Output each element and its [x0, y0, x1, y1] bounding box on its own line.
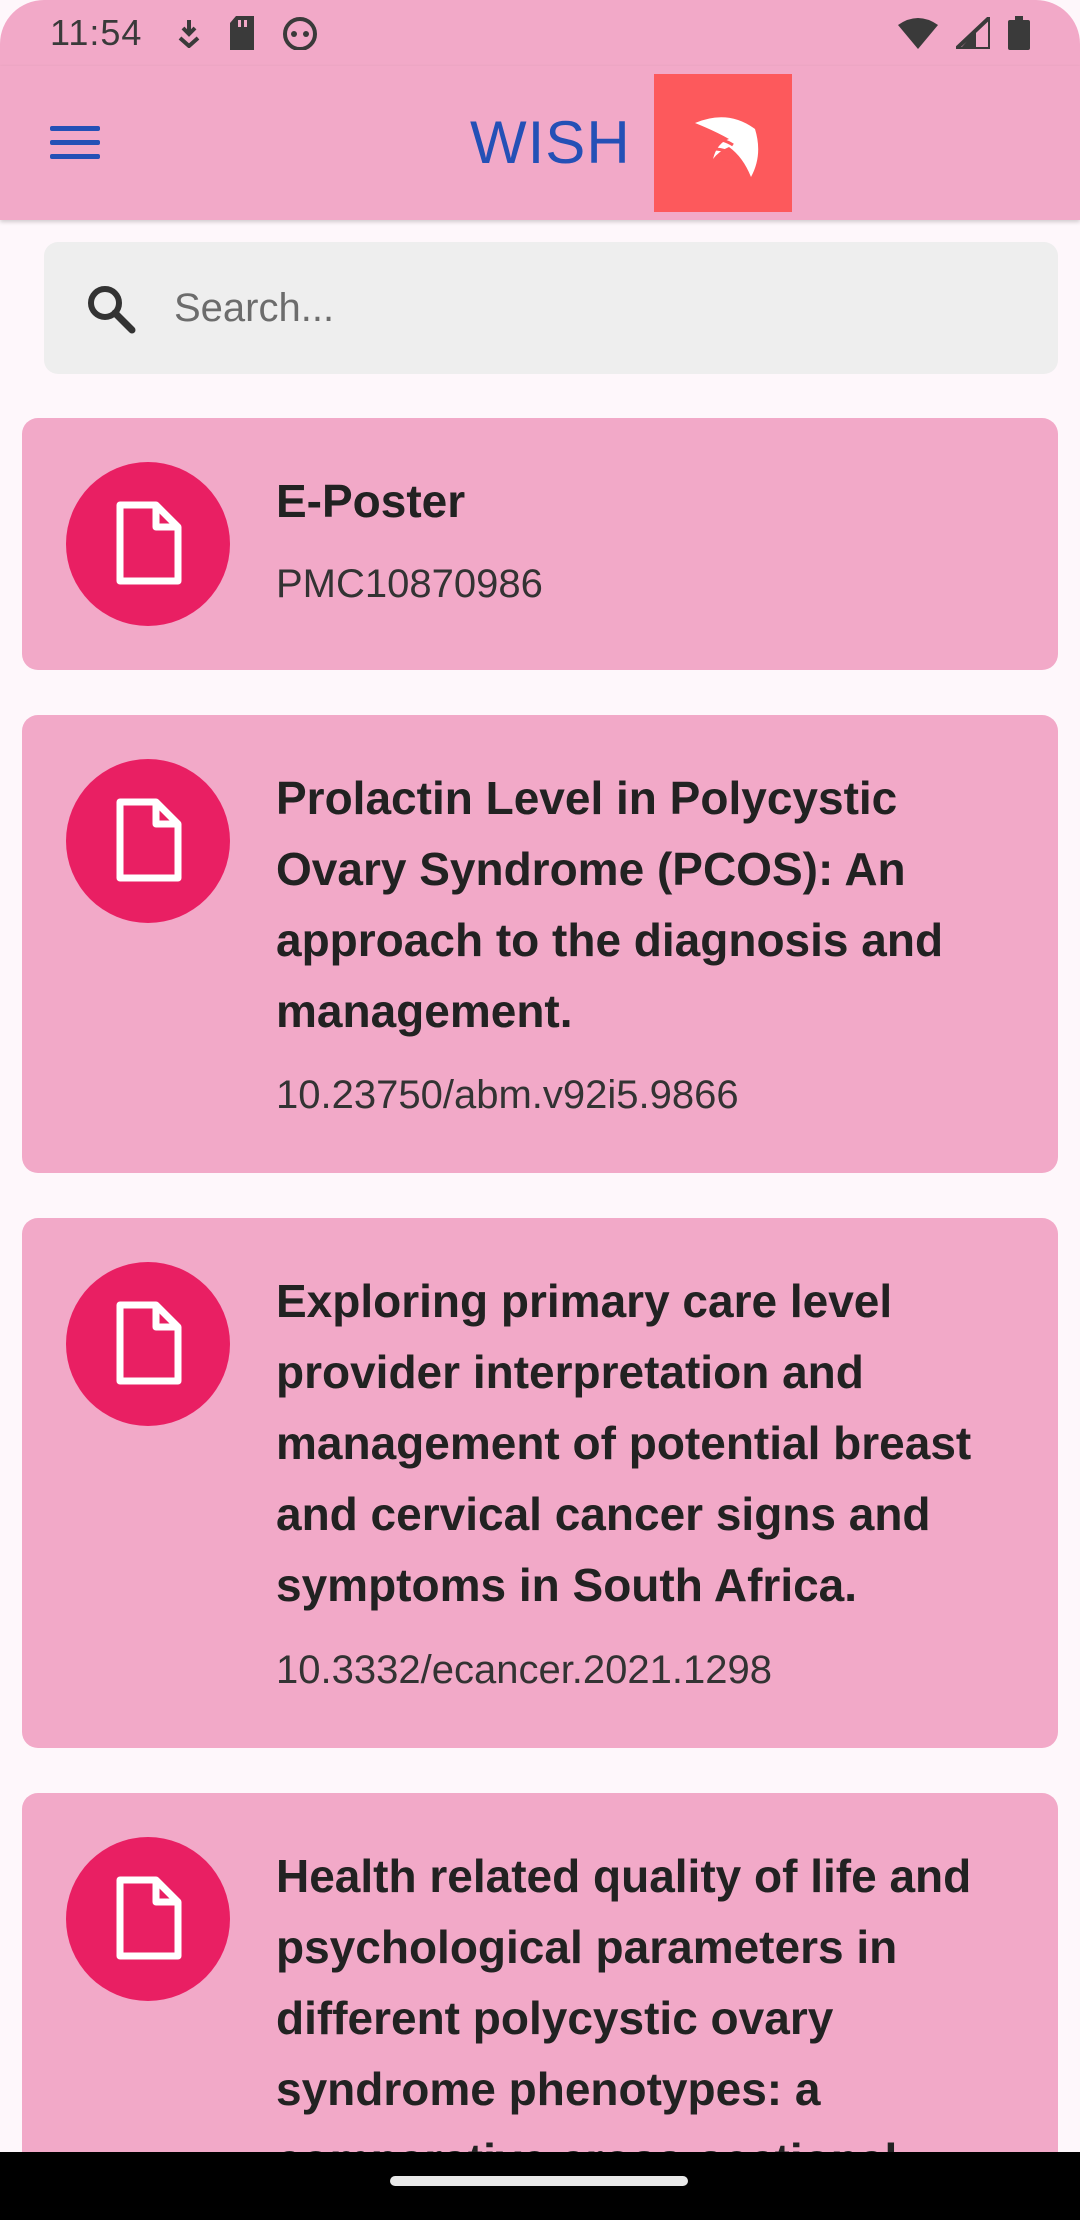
app-logo: [654, 74, 792, 212]
list-item[interactable]: Prolactin Level in Polycystic Ovary Synd…: [22, 715, 1058, 1173]
card-subtitle: PMC10870986: [276, 562, 543, 606]
card-title: Prolactin Level in Polycystic Ovary Synd…: [276, 772, 944, 1037]
document-icon: [116, 1301, 182, 1385]
list-item[interactable]: E-Poster PMC10870986: [22, 418, 1058, 670]
status-time: 11:54: [50, 12, 143, 53]
android-icon: [283, 17, 318, 50]
wifi-icon: [898, 18, 938, 49]
app-title: WISH: [470, 109, 631, 176]
list-item[interactable]: Health related quality of life and psych…: [22, 1793, 1058, 2213]
document-icon: [116, 501, 182, 585]
card-subtitle: 10.23750/abm.v92i5.9866: [276, 1073, 739, 1117]
status-bar: 11:54: [0, 0, 1080, 66]
signal-icon: [956, 17, 990, 49]
card-title: E-Poster: [276, 475, 466, 527]
search-input[interactable]: [174, 272, 1034, 344]
status-right-icons: [898, 16, 1030, 50]
home-gesture-handle[interactable]: [390, 2176, 688, 2186]
menu-line: [50, 153, 100, 159]
app-bar: WISH: [0, 66, 1080, 220]
menu-line: [50, 125, 100, 131]
search-box[interactable]: [44, 242, 1058, 374]
document-icon: [116, 798, 182, 882]
wing-logo-icon: [695, 117, 759, 177]
document-icon-badge: [66, 1837, 230, 2001]
menu-line: [50, 139, 100, 145]
list-item[interactable]: Exploring primary care level provider in…: [22, 1218, 1058, 1748]
document-icon-badge: [66, 462, 230, 626]
system-nav-bar: [0, 2152, 1080, 2220]
sd-card-icon: [230, 16, 255, 50]
card-title: Exploring primary care level provider in…: [276, 1275, 972, 1611]
battery-icon: [1008, 16, 1030, 50]
card-title: Health related quality of life and psych…: [276, 1850, 972, 2186]
document-icon-badge: [66, 1262, 230, 1426]
hamburger-menu-button[interactable]: [44, 116, 106, 168]
card-subtitle: 10.3332/ecancer.2021.1298: [276, 1648, 772, 1692]
download-arrow-icon: [179, 20, 200, 48]
search-icon: [88, 286, 136, 334]
status-left-icons: [176, 16, 318, 50]
document-icon: [116, 1876, 182, 1960]
document-icon-badge: [66, 759, 230, 923]
